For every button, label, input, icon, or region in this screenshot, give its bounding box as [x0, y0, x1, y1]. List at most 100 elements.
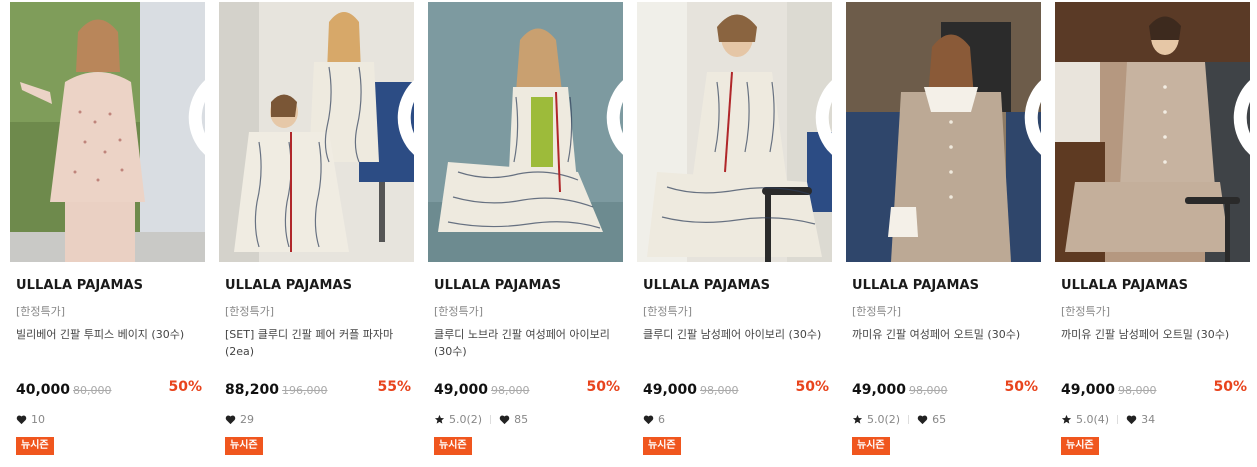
brand-name[interactable]: ULLALA PAJAMAS	[852, 278, 979, 293]
discount-rate: 55%	[377, 379, 411, 395]
original-price: 98,000	[909, 384, 948, 397]
original-price: 196,000	[282, 384, 328, 397]
product-image[interactable]	[846, 2, 1041, 262]
discount-rate: 50%	[1213, 379, 1247, 395]
product-card[interactable]: ULLALA PAJAMAS [한정특가] 빌리베어 긴팔 투피스 베이지 (3…	[10, 0, 205, 467]
discount-rate: 50%	[168, 379, 202, 395]
price-row: 49,000 98,000 50%	[852, 379, 1038, 399]
new-season-badge: 뉴시즌	[643, 437, 681, 455]
wishlist-heart-icon[interactable]	[804, 12, 832, 155]
meta-divider	[1117, 415, 1119, 424]
wishlist-heart-icon[interactable]	[595, 12, 623, 155]
heart-icon	[643, 415, 654, 425]
promo-tag: [한정특가]	[225, 305, 275, 318]
product-card[interactable]: ULLALA PAJAMAS [한정특가] [SET] 클루디 긴팔 페어 커플…	[219, 0, 414, 467]
like-count: 29	[240, 413, 254, 426]
product-photo	[10, 2, 205, 262]
product-photo	[637, 2, 832, 262]
discount-rate: 50%	[1004, 379, 1038, 395]
rating: 5.0(4)	[1076, 413, 1110, 426]
promo-tag: [한정특가]	[643, 305, 693, 318]
discount-rate: 50%	[795, 379, 829, 395]
wishlist-heart-icon[interactable]	[1222, 12, 1250, 155]
product-photo	[1055, 2, 1250, 262]
like-count: 34	[1141, 413, 1156, 426]
discount-rate: 50%	[586, 379, 620, 395]
product-name[interactable]: [SET] 클루디 긴팔 페어 커플 파자마(2ea)	[225, 326, 411, 360]
like-count: 10	[31, 413, 45, 426]
sale-price: 40,000	[16, 382, 71, 398]
price-row: 88,200 196,000 55%	[225, 379, 411, 399]
sale-price: 49,000	[852, 382, 907, 398]
rating: 5.0(2)	[449, 413, 483, 426]
product-meta: 5.0(2) 65	[852, 413, 946, 426]
price-row: 49,000 98,000 50%	[643, 379, 829, 399]
product-photo	[219, 2, 414, 262]
promo-tag: [한정특가]	[16, 305, 66, 318]
wishlist-heart-icon[interactable]	[177, 12, 205, 155]
product-image[interactable]	[1055, 2, 1250, 262]
new-season-badge: 뉴시즌	[225, 437, 263, 455]
promo-tag: [한정특가]	[1061, 305, 1111, 318]
brand-name[interactable]: ULLALA PAJAMAS	[225, 278, 352, 293]
sale-price: 49,000	[1061, 382, 1116, 398]
product-image[interactable]	[428, 2, 623, 262]
product-card[interactable]: ULLALA PAJAMAS [한정특가] 클루디 노브라 긴팔 여성페어 아이…	[428, 0, 623, 467]
original-price: 98,000	[1118, 384, 1157, 397]
product-meta: 5.0(4) 34	[1061, 413, 1155, 426]
price-row: 40,000 80,000 50%	[16, 379, 202, 399]
original-price: 98,000	[491, 384, 530, 397]
product-name[interactable]: 클루디 긴팔 남성페어 아이보리 (30수)	[643, 326, 829, 343]
product-name[interactable]: 까미유 긴팔 남성페어 오트밀 (30수)	[1061, 326, 1247, 343]
price-row: 49,000 98,000 50%	[434, 379, 620, 399]
star-icon	[1061, 414, 1072, 424]
product-card[interactable]: ULLALA PAJAMAS [한정특가] 까미유 긴팔 여성페어 오트밀 (3…	[846, 0, 1041, 467]
heart-icon	[225, 415, 236, 425]
price-row: 49,000 98,000 50%	[1061, 379, 1247, 399]
product-meta: 29	[225, 413, 254, 426]
brand-name[interactable]: ULLALA PAJAMAS	[643, 278, 770, 293]
heart-icon	[16, 415, 27, 425]
heart-icon	[917, 415, 928, 425]
like-count: 65	[932, 413, 947, 426]
heart-icon	[499, 415, 510, 425]
product-photo	[846, 2, 1041, 262]
sale-price: 49,000	[434, 382, 489, 398]
product-meta: 5.0(2) 85	[434, 413, 528, 426]
wishlist-heart-icon[interactable]	[386, 12, 414, 155]
product-meta: 10	[16, 413, 45, 426]
rating: 5.0(2)	[867, 413, 901, 426]
star-icon	[434, 414, 445, 424]
product-image[interactable]	[10, 2, 205, 262]
like-count: 6	[658, 413, 665, 426]
new-season-badge: 뉴시즌	[434, 437, 472, 455]
brand-name[interactable]: ULLALA PAJAMAS	[434, 278, 561, 293]
product-meta: 6	[643, 413, 665, 426]
product-grid: ULLALA PAJAMAS [한정특가] 빌리베어 긴팔 투피스 베이지 (3…	[0, 0, 1257, 467]
promo-tag: [한정특가]	[434, 305, 484, 318]
meta-divider	[490, 415, 492, 424]
original-price: 98,000	[700, 384, 739, 397]
heart-icon	[1126, 415, 1137, 425]
product-card[interactable]: ULLALA PAJAMAS [한정특가] 클루디 긴팔 남성페어 아이보리 (…	[637, 0, 832, 467]
wishlist-heart-icon[interactable]	[1013, 12, 1041, 155]
new-season-badge: 뉴시즌	[852, 437, 890, 455]
sale-price: 88,200	[225, 382, 280, 398]
star-icon	[852, 414, 863, 424]
product-photo	[428, 2, 623, 262]
promo-tag: [한정특가]	[852, 305, 902, 318]
meta-divider	[908, 415, 910, 424]
product-card[interactable]: ULLALA PAJAMAS [한정특가] 까미유 긴팔 남성페어 오트밀 (3…	[1055, 0, 1250, 467]
new-season-badge: 뉴시즌	[16, 437, 54, 455]
brand-name[interactable]: ULLALA PAJAMAS	[16, 278, 143, 293]
like-count: 85	[514, 413, 529, 426]
product-name[interactable]: 클루디 노브라 긴팔 여성페어 아이보리 (30수)	[434, 326, 620, 360]
original-price: 80,000	[73, 384, 112, 397]
product-name[interactable]: 까미유 긴팔 여성페어 오트밀 (30수)	[852, 326, 1038, 343]
sale-price: 49,000	[643, 382, 698, 398]
product-image[interactable]	[637, 2, 832, 262]
product-image[interactable]	[219, 2, 414, 262]
product-name[interactable]: 빌리베어 긴팔 투피스 베이지 (30수)	[16, 326, 202, 343]
new-season-badge: 뉴시즌	[1061, 437, 1099, 455]
brand-name[interactable]: ULLALA PAJAMAS	[1061, 278, 1188, 293]
